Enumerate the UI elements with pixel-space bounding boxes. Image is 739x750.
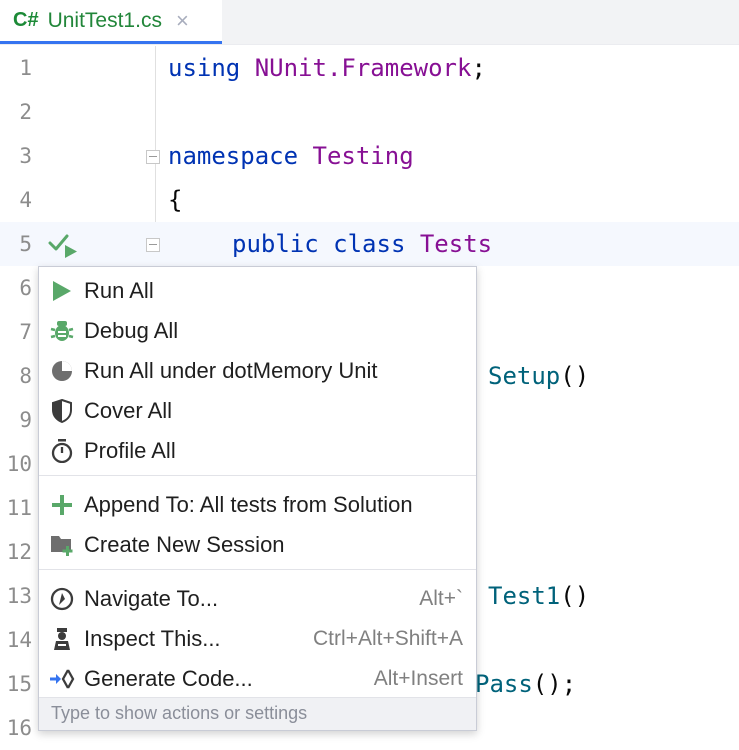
line-number: 16 [6, 716, 32, 740]
debug-bug-icon [50, 321, 74, 341]
csharp-file-icon: C# [13, 9, 39, 31]
code-line: 1 using NUnit.Framework; [0, 46, 739, 90]
menu-item-label: Profile All [84, 438, 176, 463]
footer-hint: Type to show actions or settings [51, 703, 308, 723]
menu-item-label: Inspect This... [84, 626, 221, 651]
code-line: 4 { [0, 178, 739, 222]
code-text: using NUnit.Framework; [168, 54, 486, 82]
popup-footer: Type to show actions or settings [39, 697, 476, 730]
menu-item-shortcut: Alt+Insert [373, 667, 463, 690]
line-number: 7 [19, 320, 32, 344]
close-tab-icon[interactable]: × [176, 9, 189, 32]
run-icon [53, 281, 71, 301]
line-number: 3 [19, 144, 32, 168]
plus-icon [52, 495, 72, 515]
code-text: namespace Testing [168, 142, 414, 170]
line-number: 13 [6, 584, 32, 608]
inspector-icon [54, 628, 70, 650]
profile-stopwatch-icon [51, 439, 73, 463]
code-line-current: 5 public class Tests [0, 222, 739, 266]
menu-separator [39, 475, 476, 476]
code-text: Pass(); [475, 670, 577, 698]
menu-item-cover-all[interactable]: Cover All [39, 391, 476, 431]
menu-item-label: Run All under dotMemory Unit [84, 358, 378, 383]
menu-item-label: Run All [84, 278, 154, 303]
menu-item-navigate-to[interactable]: Navigate To... Alt+` [39, 579, 476, 619]
run-tests-icon[interactable] [48, 230, 80, 258]
menu-item-debug-all[interactable]: Debug All [39, 311, 476, 351]
menu-item-label: Generate Code... [84, 666, 253, 691]
code-text: Setup() [488, 362, 590, 390]
compass-icon [50, 587, 74, 611]
menu-item-create-session[interactable]: Create New Session [39, 525, 476, 565]
run-actions-popup: Run All Debug All Run All under dotMemor… [38, 266, 477, 731]
code-line: 2 [0, 90, 739, 134]
line-number: 6 [19, 276, 32, 300]
line-number: 14 [6, 628, 32, 652]
menu-item-label: Navigate To... [84, 586, 219, 611]
code-text: Test1() [488, 582, 590, 610]
line-number: 4 [19, 188, 32, 212]
menu-item-label: Cover All [84, 398, 173, 423]
menu-item-shortcut: Alt+` [419, 587, 463, 610]
line-number: 5 [19, 232, 32, 256]
line-number: 11 [6, 496, 32, 520]
line-number: 10 [6, 452, 32, 476]
cover-shield-icon [52, 399, 72, 423]
menu-item-inspect-this[interactable]: Inspect This... Ctrl+Alt+Shift+A [39, 619, 476, 659]
line-number: 9 [19, 408, 32, 432]
menu-item-label: Append To: All tests from Solution [84, 492, 413, 517]
line-number: 15 [6, 672, 32, 696]
fold-toggle-icon[interactable] [146, 150, 160, 164]
line-number: 1 [19, 56, 32, 80]
generate-code-icon [50, 669, 75, 689]
menu-item-run-dotmemory[interactable]: Run All under dotMemory Unit [39, 351, 476, 391]
code-text: public class Tests [232, 230, 493, 258]
code-text: { [168, 186, 183, 214]
menu-item-label: Create New Session [84, 532, 285, 557]
menu-item-generate-code[interactable]: Generate Code... Alt+Insert [39, 659, 476, 699]
code-line: 3 namespace Testing [0, 134, 739, 178]
menu-item-run-all[interactable]: Run All [39, 271, 476, 311]
fold-toggle-icon[interactable] [146, 238, 160, 252]
line-number: 8 [19, 364, 32, 388]
folder-add-icon [51, 536, 73, 556]
menu-item-label: Debug All [84, 318, 179, 343]
menu-separator [39, 569, 476, 570]
tab-filename: UnitTest1.cs [47, 8, 162, 32]
line-number: 2 [19, 100, 32, 124]
dotmemory-icon [52, 361, 72, 381]
menu-item-profile-all[interactable]: Profile All [39, 431, 476, 471]
line-number: 12 [6, 540, 32, 564]
editor-tab-bar: C# UnitTest1.cs × [0, 0, 739, 45]
menu-item-append-to[interactable]: Append To: All tests from Solution [39, 485, 476, 525]
menu-item-shortcut: Ctrl+Alt+Shift+A [313, 627, 463, 650]
tab-unittest1[interactable]: C# UnitTest1.cs × [0, 0, 222, 44]
